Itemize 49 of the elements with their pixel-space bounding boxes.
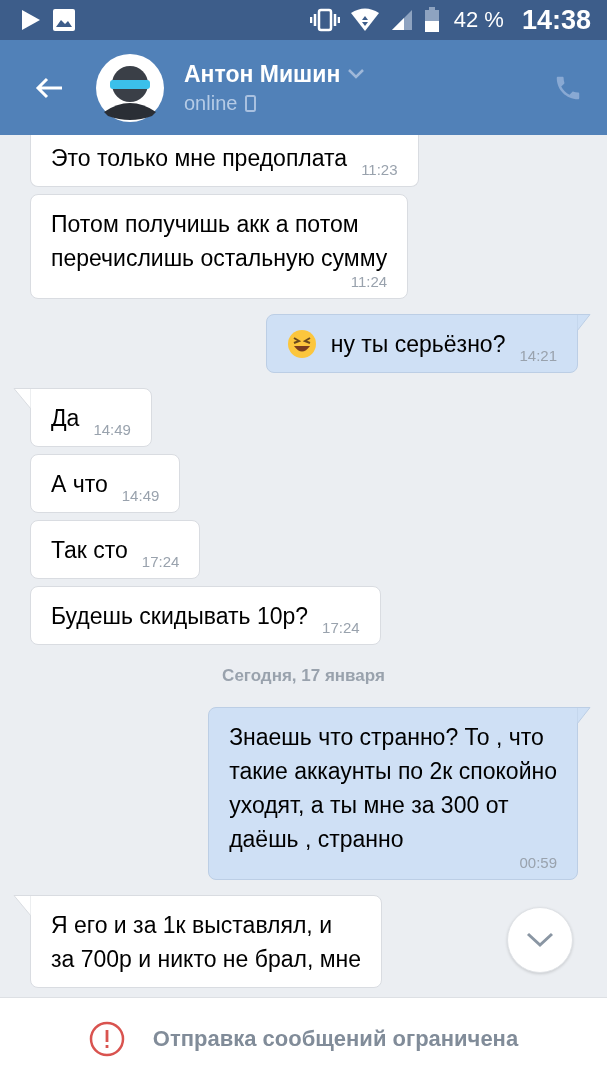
bubble-tail [577, 707, 591, 725]
message-text: Я его и за 1к выставлял, и за 700р и никто не брал, мне [51, 911, 361, 974]
chevron-down-icon[interactable] [348, 69, 365, 79]
battery-percent: 42 % [453, 7, 504, 33]
chevron-down-icon[interactable] [526, 932, 554, 948]
message-text: Так сто [51, 536, 128, 565]
received-message-bubble[interactable]: Да 14:49 [30, 388, 152, 447]
sent-message-bubble[interactable]: Знаешь что странно? То , что такие аккаунты по 2к спокойно уходят, а ты мне за 300 от даёшь , странно 00:59 [208, 707, 578, 880]
play-icon [20, 8, 42, 32]
message-time: 11:24 [350, 273, 388, 290]
received-message-bubble[interactable]: Будешь скидывать 10р? 17:24 [30, 586, 381, 645]
received-message-bubble[interactable]: Так сто 17:24 [30, 520, 201, 579]
bubble-tail [13, 388, 31, 410]
image-icon [52, 8, 76, 32]
battery-icon [423, 7, 440, 33]
date-divider: Сегодня, 17 января [222, 666, 385, 686]
wifi-icon [349, 8, 380, 32]
warning-icon [88, 1021, 125, 1057]
received-message-bubble[interactable]: Я его и за 1к выставлял, и за 700р и никто не брал, мне [30, 895, 382, 988]
received-message-bubble[interactable]: А что 14:49 [30, 454, 181, 513]
online-status: online [184, 91, 238, 115]
message-text: ну ты серьёзно? [330, 330, 506, 359]
message-text: Знаешь что странно? То , что такие аккаунты по 2к спокойно уходят, а ты мне за 300 от даёшь , странно [229, 723, 557, 854]
vibrate-icon [309, 8, 340, 32]
bubble-tail [13, 895, 31, 917]
message-time: 14:21 [519, 347, 557, 364]
message-text: Да [51, 404, 80, 433]
message-text: А что [51, 470, 108, 499]
message-time: 17:24 [322, 619, 360, 636]
bubble-tail [577, 314, 591, 332]
avatar[interactable] [96, 53, 164, 122]
sent-message-bubble[interactable]: ну ты серьёзно? 14:21 [265, 314, 578, 373]
scroll-down-button[interactable] [507, 907, 573, 973]
message-text: Потом получишь акк а потом перечислишь остальную сумму [51, 210, 388, 273]
restriction-notice: Отправка сообщений ограничена [152, 1026, 519, 1052]
received-message-bubble[interactable]: Это только мне предоплата 11:23 [30, 135, 419, 187]
message-time: 00:59 [519, 854, 557, 871]
back-arrow-icon[interactable] [34, 75, 64, 100]
clock: 14:38 [521, 4, 591, 36]
message-time: 17:24 [141, 553, 180, 570]
message-time: 11:23 [361, 161, 398, 178]
mobile-phone-icon [245, 94, 257, 112]
received-message-bubble[interactable]: Потом получишь акк а потом перечислишь остальную сумму 11:24 [30, 194, 409, 299]
message-text: Будешь скидывать 10р? [51, 602, 309, 631]
contact-name[interactable]: Антон Мишин [184, 60, 341, 88]
message-time: 14:49 [93, 421, 131, 438]
laughing-emoji-icon [286, 329, 317, 359]
message-time: 14:49 [121, 487, 160, 504]
message-text: Это только мне предоплата [51, 144, 348, 173]
